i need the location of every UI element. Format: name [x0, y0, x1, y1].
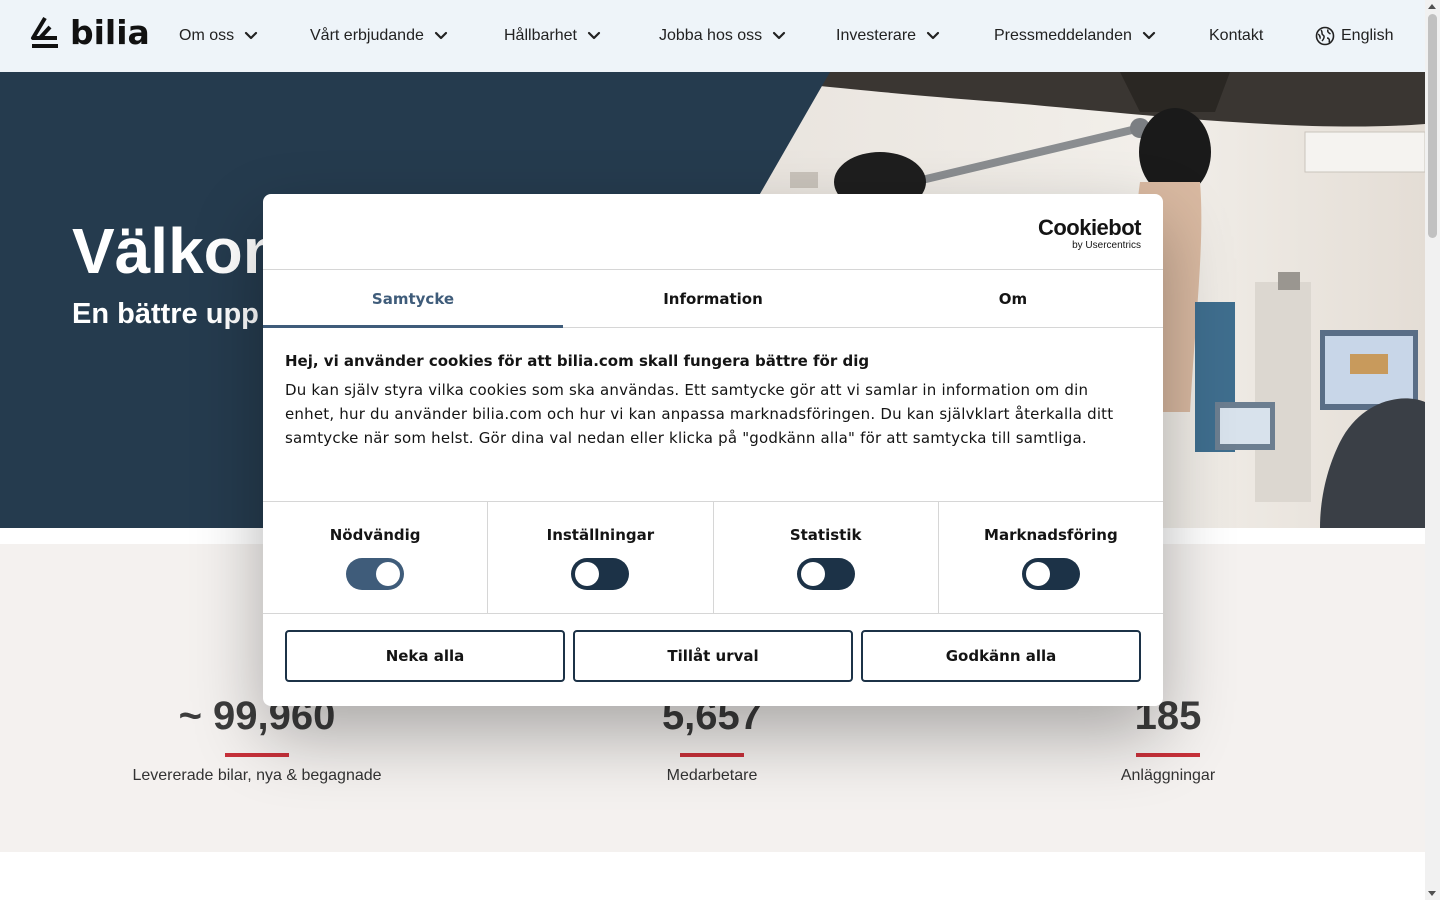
- nav-investerare[interactable]: Investerare: [836, 0, 940, 72]
- page-scrollbar[interactable]: [1425, 0, 1440, 900]
- cookiebot-brand: Cookiebot: [1037, 215, 1142, 240]
- toggle-preferences: Inställningar: [488, 502, 714, 613]
- consent-toggles: Nödvändig Inställningar Statistik Markna…: [263, 502, 1163, 614]
- nav-label: Hållbarhet: [504, 27, 577, 44]
- language-switch[interactable]: English: [1315, 0, 1393, 72]
- stat-underline: [1136, 753, 1200, 757]
- nav-label: Om oss: [179, 27, 235, 44]
- nav-vart-erbjudande[interactable]: Vårt erbjudande: [310, 0, 448, 72]
- nav-kontakt[interactable]: Kontakt: [1209, 0, 1263, 72]
- switch-knob: [1025, 562, 1050, 586]
- nav-label: Vårt erbjudande: [310, 27, 424, 44]
- chevron-down-icon: [926, 31, 940, 40]
- tab-om[interactable]: Om: [863, 270, 1163, 327]
- toggle-marketing: Marknadsföring: [939, 502, 1163, 613]
- stat-facilities: 185 Anläggningar: [968, 694, 1368, 785]
- logo-text: bilia: [70, 12, 150, 52]
- stat-delivered-cars: ~ 99,960 Levererade bilar, nya & begagna…: [57, 694, 457, 785]
- nav-hallbarhet[interactable]: Hållbarhet: [504, 0, 601, 72]
- stat-label: Medarbetare: [666, 767, 758, 784]
- hero-title: Välkon: [72, 215, 282, 287]
- nav-om-oss[interactable]: Om oss: [179, 0, 258, 72]
- switch-knob: [376, 562, 401, 586]
- globe-icon: [1315, 26, 1335, 46]
- stat-label: Levererade bilar, nya & begagnade: [132, 767, 382, 784]
- dialog-description: Du kan själv styra vilka cookies som ska…: [285, 381, 1114, 447]
- nav-label: Investerare: [836, 27, 917, 44]
- toggle-statistics: Statistik: [714, 502, 939, 613]
- nav-label: Jobba hos oss: [659, 27, 763, 44]
- chevron-down-icon: [587, 31, 601, 40]
- allow-selection-button[interactable]: Tillåt urval: [573, 630, 853, 682]
- scroll-thumb[interactable]: [1428, 14, 1437, 238]
- switch-knob: [575, 562, 600, 586]
- toggle-label: Nödvändig: [329, 526, 421, 544]
- toggle-necessary: Nödvändig: [263, 502, 489, 613]
- nav-jobba-hos-oss[interactable]: Jobba hos oss: [659, 0, 786, 72]
- statistics-switch[interactable]: [796, 558, 855, 590]
- cookiebot-sub: by Usercentrics: [1072, 240, 1141, 251]
- site-header: bilia Om oss Vårt erbjudande Hållbarhet …: [0, 0, 1425, 72]
- switch-knob: [800, 562, 825, 586]
- dialog-heading: Hej, vi använder cookies för att bilia.c…: [285, 352, 870, 370]
- nav-label: Kontakt: [1209, 27, 1264, 44]
- cookie-consent-dialog: Cookiebot by Usercentrics Samtycke Infor…: [263, 194, 1163, 706]
- dialog-body: Hej, vi använder cookies för att bilia.c…: [263, 328, 1163, 502]
- scroll-down-arrow-icon[interactable]: [1428, 891, 1436, 896]
- scroll-up-arrow-icon[interactable]: [1428, 4, 1436, 9]
- chevron-down-icon: [434, 31, 447, 40]
- stat-label: Anläggningar: [1120, 767, 1216, 784]
- language-label: English: [1341, 27, 1394, 44]
- tab-samtycke[interactable]: Samtycke: [263, 270, 563, 328]
- dialog-header: Cookiebot by Usercentrics: [263, 194, 1163, 270]
- chevron-down-icon: [245, 31, 258, 40]
- dialog-actions: Neka alla Tillåt urval Godkänn alla: [263, 614, 1163, 698]
- bilia-logo[interactable]: bilia: [28, 15, 150, 49]
- marketing-switch[interactable]: [1021, 558, 1080, 590]
- deny-all-button[interactable]: Neka alla: [285, 630, 565, 682]
- chevron-down-icon: [773, 31, 786, 40]
- cookiebot-logo: Cookiebot by Usercentrics: [1037, 215, 1142, 252]
- preferences-switch[interactable]: [571, 558, 630, 590]
- dialog-tabs: Samtycke Information Om: [263, 270, 1163, 328]
- nav-label: Pressmeddelanden: [994, 27, 1132, 44]
- stat-underline: [680, 753, 744, 757]
- tab-information[interactable]: Information: [563, 270, 863, 327]
- toggle-label: Statistik: [789, 526, 862, 544]
- toggle-label: Inställningar: [546, 526, 655, 544]
- chevron-down-icon: [1142, 31, 1155, 40]
- toggle-label: Marknadsföring: [984, 526, 1118, 544]
- stat-employees: 5,657 Medarbetare: [512, 694, 912, 785]
- necessary-switch[interactable]: [346, 558, 405, 590]
- bilia-logo-icon: [31, 16, 58, 48]
- accept-all-button[interactable]: Godkänn alla: [861, 630, 1141, 682]
- nav-pressmeddelanden[interactable]: Pressmeddelanden: [994, 0, 1156, 72]
- stat-underline: [225, 753, 289, 757]
